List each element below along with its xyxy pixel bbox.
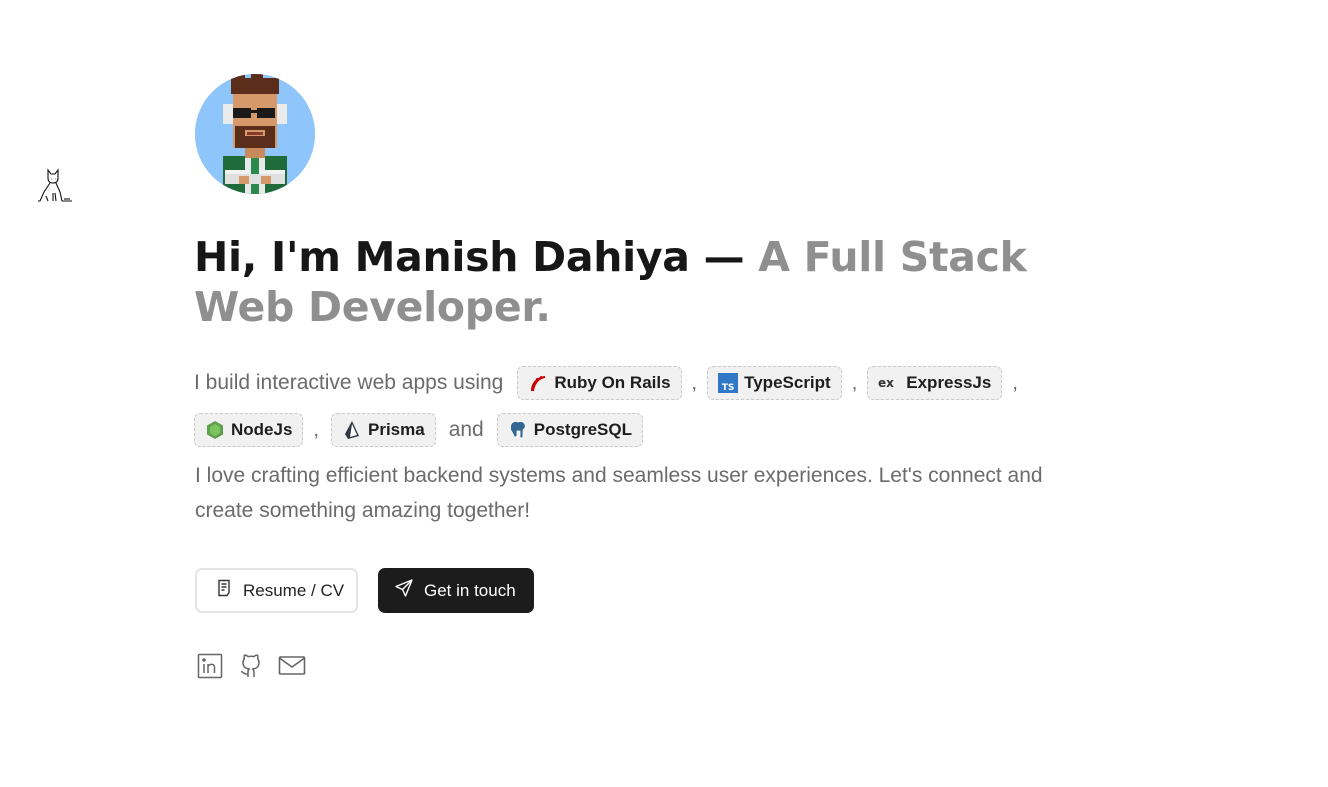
svg-text:ex: ex	[878, 376, 894, 390]
typescript-icon: TS	[718, 373, 739, 393]
linkedin-link[interactable]	[196, 653, 224, 684]
and-word: and	[448, 418, 484, 441]
tech-chip-typescript[interactable]: TS TypeScript	[707, 366, 842, 400]
intro-prefix: I build interactive web apps using	[194, 371, 504, 394]
intro-paragraph: I love crafting efficient backend system…	[195, 464, 1043, 522]
tech-chip-label: ExpressJs	[906, 373, 992, 392]
github-link[interactable]	[237, 653, 265, 684]
express-icon: ex	[878, 373, 900, 393]
tech-chip-label: NodeJs	[231, 420, 293, 439]
avatar	[195, 74, 315, 194]
social-links	[196, 653, 306, 684]
prisma-icon	[342, 420, 362, 440]
tech-chip-label: Ruby On Rails	[554, 373, 671, 392]
resume-button[interactable]: Resume / CV	[195, 568, 358, 613]
tech-chip-postgresql[interactable]: PostgreSQL	[496, 413, 643, 447]
tech-line-2: NodeJs , Prisma and PostgreSQL	[194, 411, 643, 449]
tech-chip-label: TypeScript	[744, 373, 831, 392]
tech-chip-nodejs[interactable]: NodeJs	[194, 413, 304, 447]
headline-name: Hi, I'm Manish Dahiya —	[194, 233, 759, 281]
separator: ,	[851, 371, 858, 394]
rails-icon	[528, 373, 548, 393]
tech-chip-label: Prisma	[367, 420, 425, 439]
tech-chip-rails[interactable]: Ruby On Rails	[517, 366, 682, 400]
get-in-touch-label: Get in touch	[424, 580, 516, 600]
linkedin-icon	[197, 653, 223, 684]
svg-text:TS: TS	[722, 383, 735, 393]
page: Hi, I'm Manish Dahiya — A Full Stack Web…	[0, 0, 1328, 787]
separator: ,	[313, 418, 319, 441]
resume-button-label: Resume / CV	[243, 580, 345, 600]
separator: ,	[1012, 371, 1018, 394]
cat-icon[interactable]	[36, 168, 76, 204]
tech-chip-label: PostgreSQL	[533, 420, 632, 439]
tech-chip-prisma[interactable]: Prisma	[330, 413, 436, 447]
mail-icon	[278, 655, 306, 682]
tech-chip-express[interactable]: ex ExpressJs	[867, 366, 1003, 400]
github-icon	[238, 653, 264, 684]
page-title: Hi, I'm Manish Dahiya — A Full Stack Web…	[194, 232, 1094, 332]
document-icon	[215, 579, 233, 602]
email-link[interactable]	[278, 654, 306, 682]
postgresql-icon	[508, 420, 528, 440]
nodejs-icon	[205, 420, 225, 440]
get-in-touch-button[interactable]: Get in touch	[378, 568, 534, 613]
separator: ,	[691, 371, 698, 394]
tech-line-1: I build interactive web apps using Ruby …	[194, 364, 1018, 402]
send-icon	[394, 578, 414, 603]
